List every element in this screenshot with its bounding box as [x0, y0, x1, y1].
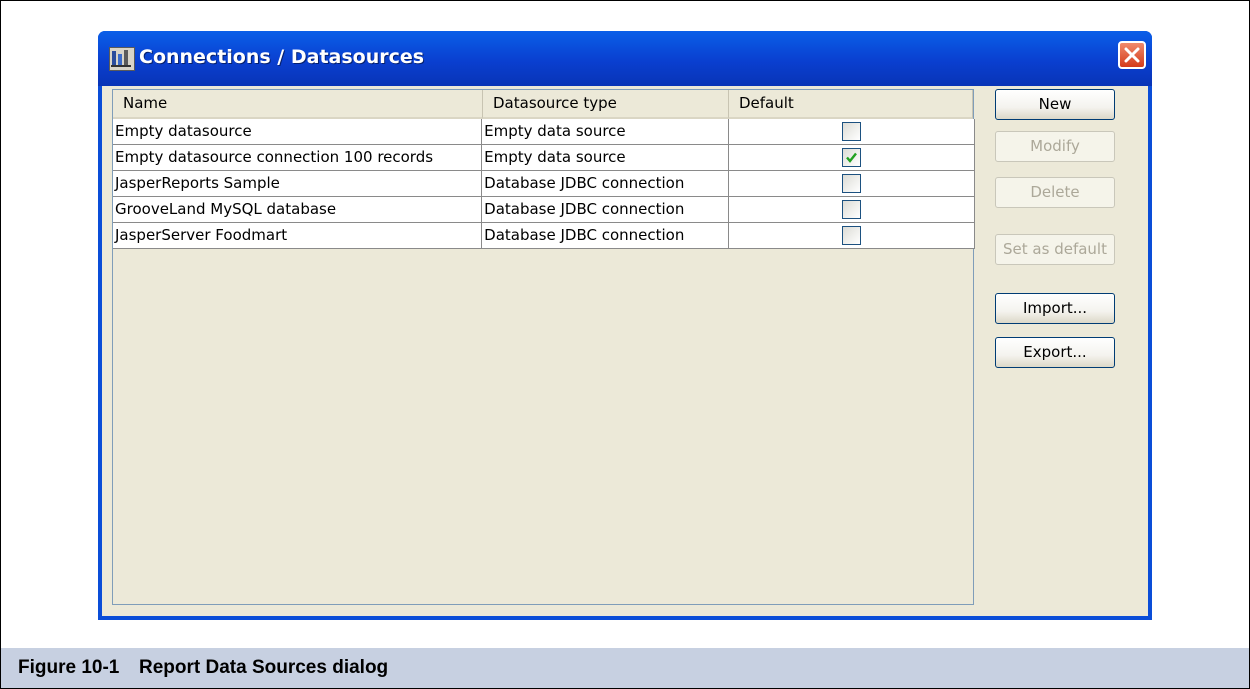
- cell-type: Empty data source: [482, 145, 729, 171]
- delete-button[interactable]: Delete: [995, 177, 1115, 208]
- column-header-name[interactable]: Name: [113, 90, 483, 119]
- cell-type: Database JDBC connection: [482, 197, 729, 223]
- table-row[interactable]: JasperReports Sample Database JDBC conne…: [113, 171, 975, 197]
- default-checkbox[interactable]: [841, 226, 861, 245]
- cell-default: [728, 171, 975, 197]
- cell-default: [728, 119, 975, 145]
- cell-name: JasperReports Sample: [113, 171, 483, 197]
- cell-name: Empty datasource: [113, 119, 483, 145]
- table-header: Name Datasource type Default: [113, 90, 973, 119]
- checkmark-icon: [845, 152, 857, 163]
- dialog-titlebar[interactable]: Connections / Datasources: [98, 31, 1152, 86]
- column-header-datasource-type[interactable]: Datasource type: [483, 90, 729, 119]
- table-row[interactable]: Empty datasource connection 100 records …: [113, 145, 975, 171]
- close-button[interactable]: [1118, 41, 1146, 69]
- default-checkbox[interactable]: [841, 174, 861, 193]
- modify-button[interactable]: Modify: [995, 131, 1115, 162]
- connections-dialog: Connections / Datasources Name Datasourc…: [98, 31, 1152, 620]
- figure-number: Figure 10-1: [18, 657, 120, 678]
- table-row[interactable]: Empty datasource Empty data source: [113, 119, 975, 145]
- figure-caption: Figure 10-1 Report Data Sources dialog: [1, 648, 1249, 688]
- default-checkbox[interactable]: [841, 200, 861, 219]
- new-button[interactable]: New: [995, 89, 1115, 120]
- cell-type: Database JDBC connection: [482, 223, 729, 249]
- cell-name: Empty datasource connection 100 records: [113, 145, 483, 171]
- cell-default: [728, 223, 975, 249]
- dialog-client-area: Name Datasource type Default Empty datas…: [102, 86, 1148, 616]
- cell-type: Empty data source: [482, 119, 729, 145]
- set-as-default-button[interactable]: Set as default: [995, 234, 1115, 265]
- cell-name: GrooveLand MySQL database: [113, 197, 483, 223]
- column-header-default[interactable]: Default: [729, 90, 973, 119]
- default-checkbox[interactable]: [841, 148, 861, 167]
- default-checkbox[interactable]: [841, 122, 861, 141]
- table-row[interactable]: JasperServer Foodmart Database JDBC conn…: [113, 223, 975, 249]
- cell-default: [728, 197, 975, 223]
- table-body: Empty datasource Empty data source Empty…: [113, 119, 975, 249]
- import-button[interactable]: Import...: [995, 293, 1115, 324]
- export-button[interactable]: Export...: [995, 337, 1115, 368]
- cell-name: JasperServer Foodmart: [113, 223, 483, 249]
- jasperreports-app-icon: [109, 47, 135, 71]
- close-icon: [1124, 47, 1140, 63]
- cell-type: Database JDBC connection: [482, 171, 729, 197]
- table-row[interactable]: GrooveLand MySQL database Database JDBC …: [113, 197, 975, 223]
- figure-title: Report Data Sources dialog: [139, 657, 389, 678]
- dialog-title: Connections / Datasources: [139, 46, 425, 68]
- cell-default: [728, 145, 975, 171]
- datasource-table[interactable]: Name Datasource type Default Empty datas…: [112, 89, 975, 605]
